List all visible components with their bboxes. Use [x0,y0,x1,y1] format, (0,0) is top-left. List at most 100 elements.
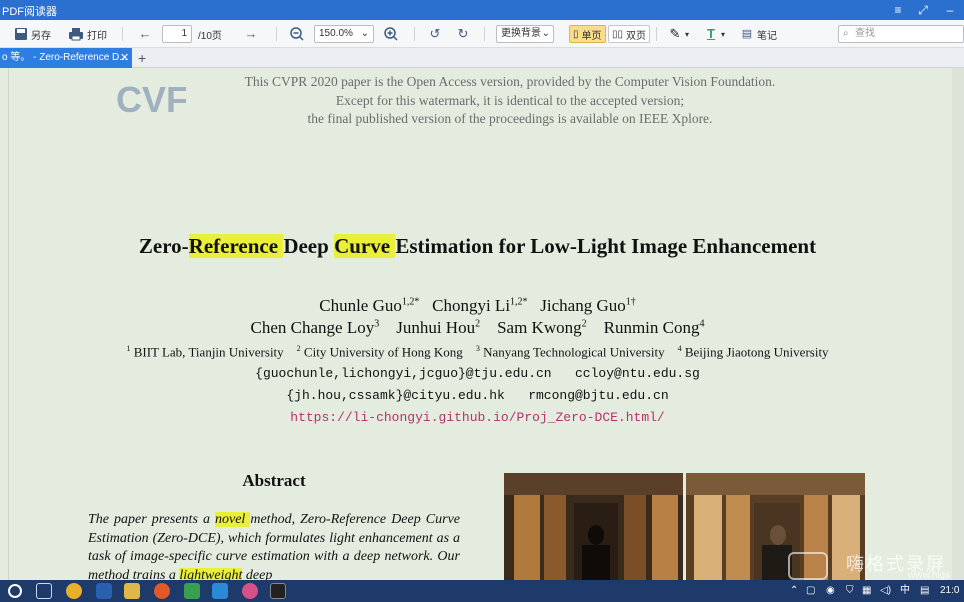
divider [414,27,415,41]
project-url-link[interactable]: https://li-chongyi.github.io/Proj_Zero-D… [40,410,915,425]
author-sup: 4 [699,318,705,330]
volume-icon[interactable]: ◁) [880,583,891,599]
title-part: Deep [283,234,335,258]
single-page-button[interactable]: ▯ 单页 [569,25,606,43]
abstract-heading: Abstract [242,471,306,490]
text-color-button[interactable]: T ▾ [704,25,725,43]
tray-network-icon[interactable]: ▦ [862,583,871,599]
tray-app-icon[interactable]: ◉ [826,583,835,599]
authors-line: Chunle Guo1,2* Chongyi Li1,2* Jichang Gu… [40,296,915,316]
zoom-value: 150.0% [319,28,353,39]
title-highlight: Curve [334,234,396,258]
search-placeholder: 查找 [855,28,875,39]
text-tool-icon: T [707,26,715,41]
divider [656,27,657,41]
author-sup: 1,2* [401,296,420,308]
affil-name: Nanyang Technological University [483,344,665,360]
toolbar: 另存 打印 ← 1 /10页 → 150.0% ⌄ ↺ ↻ 更换背景 ⌄ ▯ 单… [0,20,964,48]
affil-sup: 1 [126,344,131,353]
title-bar: PDF阅读器 ≡ ⤢ – [0,0,964,20]
abstract-part: The paper presents a [88,512,215,527]
cvf-logo: CVF [116,79,186,120]
double-page-button[interactable]: ▯▯ 双页 [608,25,651,43]
app-icon[interactable] [242,583,258,599]
minimize-icon[interactable]: – [942,2,958,18]
author-name: Runmin Cong [603,318,700,337]
prev-page-button[interactable]: ← [138,25,152,43]
divider [122,27,123,41]
recorder-icon[interactable] [270,583,286,599]
notes-label: 笔记 [757,30,777,42]
ime-indicator[interactable]: 中 [900,583,910,599]
vertical-scrollbar[interactable] [952,68,964,580]
author-sup: 1,2* [510,296,528,308]
single-page-label: 单页 [581,30,602,42]
rotate-left-icon: ↺ [429,26,441,41]
save-as-label: 另存 [31,30,51,42]
clock[interactable]: 21:0 [940,583,959,599]
add-tab-button[interactable]: + [138,48,150,68]
cvf-logo-text: CVF [116,79,186,120]
search-input[interactable]: ⌕ 查找 [838,25,964,43]
double-page-label: 双页 [626,30,647,42]
save-as-button[interactable]: 另存 [14,25,51,43]
rotate-right-button[interactable]: ↻ [456,25,470,43]
background-select[interactable]: 更换背景 ⌄ [496,25,554,43]
window-title: PDF阅读器 [2,6,57,18]
author-name: Chunle Guo [319,296,402,315]
keyboard-icon[interactable]: ▤ [920,583,929,599]
printer-icon [69,28,83,41]
watermark-line: the final published version of the proce… [307,111,713,126]
tray-shield-icon[interactable]: ⛉ [846,583,854,599]
zoom-out-button[interactable] [290,25,304,43]
zoom-in-button[interactable] [384,25,398,43]
author-name: Chongyi Li [432,296,511,315]
author-sup: 3 [374,318,380,330]
vscode-icon[interactable] [212,583,228,599]
rotate-left-button[interactable]: ↺ [428,25,442,43]
tab-label: o 等。 - Zero-Reference D... [2,52,128,63]
file-explorer-icon[interactable] [124,583,140,599]
email-line: {guochunle,lichongyi,jcguo}@tju.edu.cn c… [255,366,700,381]
divider [276,27,277,41]
author-sup: 2 [581,318,587,330]
tab-bar: o 等。 - Zero-Reference D... ✕ + [0,48,964,68]
watermark-line: This CVPR 2020 paper is the Open Access … [244,74,776,89]
page-number-input[interactable]: 1 [162,25,192,43]
author-name: Chen Change Loy [250,318,375,337]
menu-icon[interactable]: ≡ [890,2,906,18]
next-page-button[interactable]: → [244,25,258,43]
title-highlight: Reference [188,234,284,258]
recorder-logo-icon [788,552,828,580]
start-icon[interactable] [8,584,22,598]
zoom-out-icon [290,27,304,41]
restore-icon[interactable]: ⤢ [915,2,931,18]
recorder-watermark: 嗨格式录屏 www.higs [788,548,964,580]
taskbar: ⌃ ▢ ◉ ⛉ ▦ ◁) 中 ▤ 21:0 [0,580,964,602]
close-icon[interactable]: ✕ [120,48,132,68]
browser-icon[interactable] [154,583,170,599]
paper-title: Zero-Reference Deep Curve Estimation for… [40,234,915,259]
chevron-down-icon: ⌄ [541,28,550,39]
affil-sup: 4 [677,344,682,353]
zoom-select[interactable]: 150.0% ⌄ [314,25,374,43]
tab-document[interactable]: o 等。 - Zero-Reference D... [0,48,132,68]
highlight-pen-button[interactable]: ✎ ▾ [668,25,689,43]
arrow-right-icon: → [244,26,258,41]
chevron-down-icon: ⌄ [360,28,369,39]
note-icon: ▤ [741,28,753,40]
chrome-icon[interactable] [66,583,82,599]
tray-wechat-icon[interactable]: ▢ [806,583,815,599]
app-icon[interactable] [184,583,200,599]
author-sup: 2 [475,318,481,330]
task-view-icon[interactable] [36,583,52,599]
notes-button[interactable]: ▤ 笔记 [740,25,777,43]
email-line: {jh.hou,cssamk}@cityu.edu.hk rmcong@bjtu… [286,388,669,403]
chevron-down-icon: ▾ [721,29,726,39]
author-name: Jichang Guo [540,296,626,315]
print-button[interactable]: 打印 [68,25,107,43]
word-icon[interactable] [96,583,112,599]
tray-arrow-icon[interactable]: ⌃ [790,583,798,599]
affil-sup: 3 [475,344,480,353]
arrow-left-icon: ← [138,26,152,41]
